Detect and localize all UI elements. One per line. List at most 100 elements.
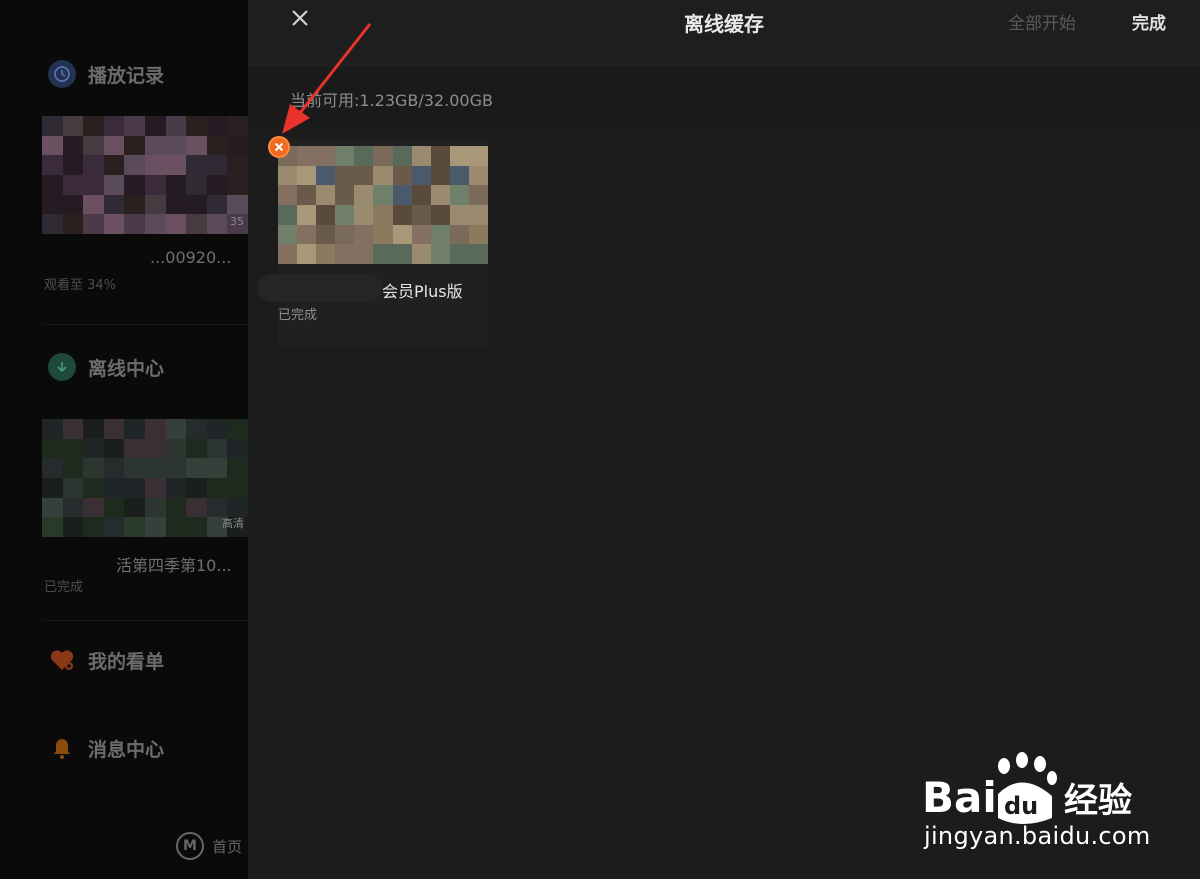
mosaic-tile (297, 244, 317, 264)
mosaic-tile (186, 419, 207, 439)
mosaic-tile (165, 458, 187, 478)
sidebar-item-watchlist[interactable]: 我的看单 (48, 646, 164, 674)
home-tab[interactable]: M 首页 (176, 832, 242, 860)
mosaic-tile (83, 194, 104, 215)
mosaic-tile (354, 204, 374, 225)
mosaic-tile (411, 204, 431, 225)
mosaic-tile (62, 458, 84, 478)
mosaic-tile (354, 244, 374, 264)
start-all-button[interactable]: 全部开始 (1008, 9, 1076, 34)
mosaic-tile (165, 135, 187, 156)
mosaic-tile (297, 146, 317, 166)
mosaic-tile (392, 165, 412, 186)
mosaic-tile (165, 497, 187, 518)
mosaic-tile (42, 214, 63, 234)
mosaic-tile (83, 419, 104, 439)
mosaic-tile (145, 194, 166, 215)
mosaic-tile (227, 458, 248, 478)
mosaic-tile (449, 146, 469, 166)
mosaic-tile (145, 155, 166, 175)
mosaic-tile (206, 419, 228, 439)
mosaic-tile (42, 517, 63, 537)
mosaic-tile (186, 214, 207, 234)
mosaic-tile (165, 517, 187, 537)
mosaic-tile (165, 214, 187, 234)
mosaic-tile (103, 497, 125, 518)
mosaic-tile (62, 174, 84, 195)
download-item-status: 已完成 (278, 308, 318, 323)
mosaic-tile (316, 146, 336, 166)
sidebar-item-messages[interactable]: 消息中心 (48, 734, 164, 762)
done-button[interactable]: 完成 (1132, 9, 1166, 34)
download-item-card[interactable]: 会员Plus版 已完成 (258, 138, 488, 346)
mosaic-tile (411, 244, 431, 264)
mosaic-tile (83, 477, 104, 498)
mosaic-tile (206, 155, 228, 175)
mosaic-tile (165, 116, 187, 136)
mosaic-tile (124, 497, 145, 518)
mosaic-tile (186, 477, 207, 498)
mosaic-tile (42, 497, 63, 518)
mosaic-tile (278, 204, 298, 225)
mosaic-tile (449, 204, 469, 225)
mosaic-tile (103, 517, 125, 537)
sidebar-item-label: 播放记录 (88, 64, 165, 87)
mosaic-tile (186, 497, 207, 518)
blurred-title-part (258, 274, 382, 302)
mosaic-tile (411, 146, 431, 166)
mosaic-tile (165, 174, 187, 195)
mosaic-tile (145, 517, 166, 537)
sidebar-item-offline[interactable]: 离线中心 (48, 353, 164, 381)
mosaic-tile (124, 477, 145, 498)
mosaic-tile (468, 185, 488, 205)
divider (42, 620, 248, 621)
mosaic-tile (316, 185, 336, 205)
mosaic-tile (316, 244, 336, 264)
mosaic-tile (83, 174, 104, 195)
mosaic-tile (206, 477, 228, 498)
history-thumbnail[interactable]: 35 (42, 116, 248, 234)
mosaic-tile (392, 244, 412, 264)
mosaic-tile (83, 135, 104, 156)
history-item-title: ...00920... (150, 248, 232, 267)
mosaic-tile (430, 204, 450, 225)
download-icon (48, 353, 76, 381)
mosaic-tile (145, 116, 166, 136)
mosaic-tile (145, 497, 166, 518)
mosaic-tile (278, 244, 298, 264)
mosaic-tile (83, 438, 104, 459)
mosaic-tile (103, 135, 125, 156)
mosaic-tile (430, 165, 450, 186)
mosaic-tile (373, 244, 393, 264)
quality-badge: 高清 (222, 517, 244, 530)
mosaic-tile (392, 146, 412, 166)
mosaic-tile (335, 204, 355, 225)
mosaic-tile (103, 458, 125, 478)
mosaic-tile (335, 185, 355, 205)
mosaic-tile (449, 185, 469, 205)
mosaic-tile (278, 185, 298, 205)
offline-item-status: 已完成 (44, 580, 84, 595)
mosaic-tile (354, 165, 374, 186)
offline-thumbnail[interactable]: 高清 (42, 419, 248, 537)
mosaic-tile (206, 194, 228, 215)
mosaic-tile (186, 135, 207, 156)
mosaic-tile (449, 224, 469, 245)
mosaic-tile (373, 185, 393, 205)
sidebar-item-history[interactable]: 播放记录 (48, 60, 164, 88)
mosaic-tile (165, 419, 187, 439)
download-thumbnail (278, 146, 488, 264)
mosaic-tile (186, 194, 207, 215)
divider (42, 324, 248, 325)
mosaic-tile (186, 116, 207, 136)
mosaic-tile (103, 116, 125, 136)
mosaic-tile (62, 438, 84, 459)
storage-bar: 当前可用:1.23GB/32.00GB (248, 67, 1200, 125)
mosaic-tile (124, 214, 145, 234)
brand-bai: Bai (922, 773, 997, 822)
mosaic-tile (354, 146, 374, 166)
mosaic-tile (165, 194, 187, 215)
mosaic-tile (124, 194, 145, 215)
mosaic-tile (62, 155, 84, 175)
clock-icon (48, 60, 76, 88)
